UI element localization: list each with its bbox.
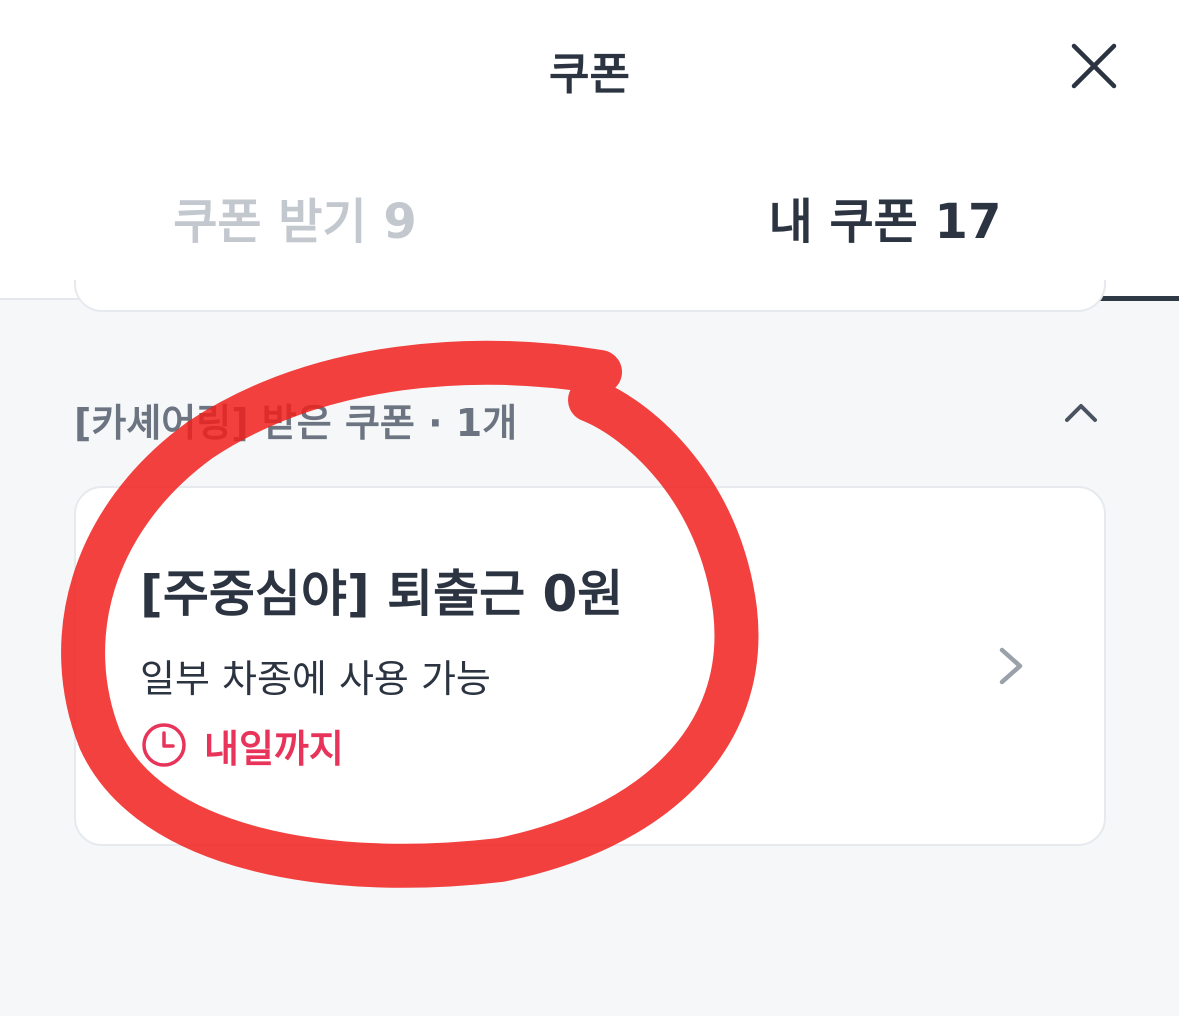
close-button[interactable] xyxy=(1062,34,1126,98)
coupon-title: [주중심야] 퇴출근 0원 xyxy=(140,565,624,623)
tab-receive-coupons[interactable]: 쿠폰 받기 9 xyxy=(100,182,490,254)
chevron-right-icon xyxy=(999,647,1023,685)
previous-card-edge xyxy=(74,280,1106,312)
section-header-carsharing[interactable]: [카셰어링] 받은 쿠폰 · 1개 xyxy=(74,388,1106,448)
expiry-text: 내일까지 xyxy=(204,726,344,771)
sheet-header: 쿠폰 쿠폰 받기 9 내 쿠폰 17 xyxy=(0,0,1179,300)
coupon-expiry: 내일까지 xyxy=(140,720,344,771)
page-title: 쿠폰 xyxy=(549,49,630,100)
chevron-up-icon[interactable] xyxy=(1058,392,1104,432)
clock-icon xyxy=(142,723,186,767)
coupon-card[interactable]: [주중심야] 퇴출근 0원 일부 차종에 사용 가능 내일까지 xyxy=(74,486,1106,846)
section-title: [카셰어링] 받은 쿠폰 · 1개 xyxy=(74,401,518,445)
coupon-description: 일부 차종에 사용 가능 xyxy=(140,657,491,701)
close-icon xyxy=(1071,43,1117,89)
tab-my-coupons[interactable]: 내 쿠폰 17 xyxy=(690,182,1080,254)
